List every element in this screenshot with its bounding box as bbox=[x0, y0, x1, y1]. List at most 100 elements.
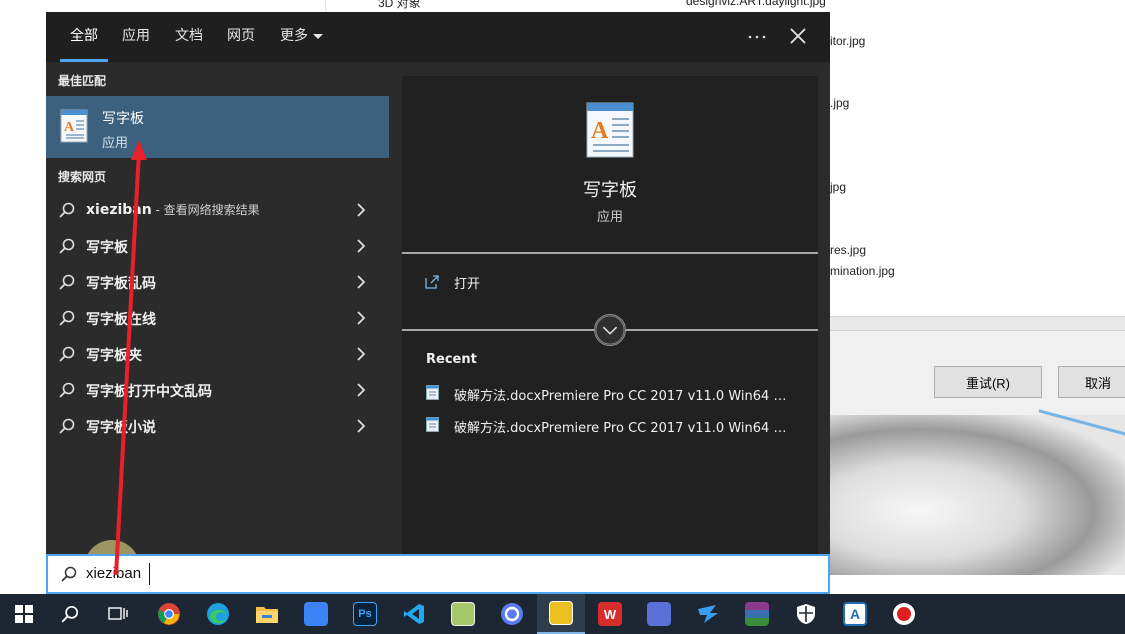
web-result-row[interactable]: 写字板 bbox=[46, 228, 389, 264]
chevron-down-icon bbox=[313, 34, 323, 39]
search-icon bbox=[59, 274, 75, 290]
windows-start-icon[interactable] bbox=[0, 594, 48, 634]
recent-file-item[interactable]: 破解方法.docxPremiere Pro CC 2017 v11.0 Win6… bbox=[426, 416, 806, 438]
explorer-file-name[interactable]: jpg bbox=[830, 180, 846, 194]
recent-file-name: 破解方法.docxPremiere Pro CC 2017 v11.0 Win6… bbox=[454, 421, 794, 436]
explorer-file-name[interactable]: mination.jpg bbox=[830, 264, 895, 278]
best-match-item[interactable]: A 写字板 应用 bbox=[46, 96, 389, 158]
web-result-row[interactable]: 写字板夹 bbox=[46, 336, 389, 372]
web-result-term: 写字板打开中文乱码 bbox=[86, 384, 212, 400]
search-icon bbox=[59, 382, 75, 398]
explorer-scrollbar[interactable] bbox=[830, 316, 1125, 330]
expand-chevron-icon[interactable] bbox=[594, 314, 626, 346]
preview-app-name: 写字板 bbox=[583, 180, 637, 201]
web-result-row[interactable]: xieziban - 查看网络搜索结果 bbox=[46, 192, 389, 228]
search-query: xieziban bbox=[86, 565, 142, 582]
web-result-row[interactable]: 写字板乱码 bbox=[46, 264, 389, 300]
chevron-right-icon bbox=[357, 275, 366, 289]
search-icon bbox=[59, 310, 75, 326]
web-search-header: 搜索网页 bbox=[58, 170, 107, 184]
explorer-file-name[interactable]: 3D 对象 bbox=[378, 0, 421, 11]
divider bbox=[402, 252, 818, 254]
search-icon bbox=[59, 346, 75, 362]
app-icon[interactable] bbox=[635, 594, 683, 634]
open-action[interactable]: 打开 bbox=[424, 272, 624, 296]
task-view-icon[interactable] bbox=[94, 594, 142, 634]
wps-icon[interactable]: W bbox=[586, 594, 634, 634]
open-icon bbox=[425, 275, 439, 289]
preview-app-type: 应用 bbox=[596, 210, 623, 225]
tab-web[interactable]: 网页 bbox=[219, 12, 263, 62]
background-dialog: 重试(R) 取消 bbox=[830, 330, 1125, 415]
web-result-term: 写字板乱码 bbox=[86, 276, 156, 292]
explorer-file-name[interactable]: .jpg bbox=[830, 96, 849, 110]
autocad-icon[interactable]: A bbox=[831, 594, 879, 634]
notepad-icon[interactable] bbox=[439, 594, 487, 634]
open-label: 打开 bbox=[454, 277, 481, 292]
more-options-icon[interactable] bbox=[746, 24, 768, 48]
web-result-suffix: - 查看网络搜索结果 bbox=[151, 203, 260, 217]
shield-icon[interactable] bbox=[782, 594, 830, 634]
svg-text:A: A bbox=[591, 118, 609, 144]
tab-documents[interactable]: 文档 bbox=[167, 12, 211, 62]
search-input[interactable]: xieziban bbox=[46, 554, 830, 594]
record-icon[interactable] bbox=[880, 594, 928, 634]
document-icon bbox=[426, 385, 439, 400]
photoshop-icon[interactable]: Ps bbox=[341, 594, 389, 634]
web-result-term: 写字板在线 bbox=[86, 312, 156, 328]
chevron-right-icon bbox=[357, 239, 366, 253]
web-result-row[interactable]: 写字板打开中文乱码 bbox=[46, 372, 389, 408]
wallpaper-stripe bbox=[1023, 409, 1125, 491]
winrar-icon[interactable] bbox=[733, 594, 781, 634]
retry-button[interactable]: 重试(R) bbox=[934, 366, 1042, 398]
tab-more-label: 更多 bbox=[280, 28, 308, 44]
results-list: 最佳匹配 A 写字板 应用 搜索网页 xieziban - 查看网络搜索结果 写… bbox=[46, 62, 389, 554]
recent-file-name: 破解方法.docxPremiere Pro CC 2017 v11.0 Win6… bbox=[454, 389, 794, 404]
taskbar: Ps W A bbox=[0, 594, 1125, 634]
web-result-row[interactable]: 写字板在线 bbox=[46, 300, 389, 336]
preview-pane: A 写字板 应用 打开 Recent 破解方法.docxPremiere Pro… bbox=[402, 76, 818, 554]
search-icon bbox=[61, 566, 77, 582]
dingtalk-icon[interactable] bbox=[684, 594, 732, 634]
file-explorer-icon[interactable] bbox=[243, 594, 291, 634]
chevron-right-icon bbox=[357, 203, 366, 217]
recent-file-item[interactable]: 破解方法.docxPremiere Pro CC 2017 v11.0 Win6… bbox=[426, 384, 806, 406]
explorer-file-name[interactable]: itor.jpg bbox=[830, 34, 865, 48]
audition-icon[interactable] bbox=[537, 594, 585, 634]
text-caret bbox=[149, 563, 150, 585]
chevron-right-icon bbox=[357, 419, 366, 433]
close-icon[interactable] bbox=[786, 24, 810, 48]
web-result-term: 写字板小说 bbox=[86, 420, 156, 436]
web-result-term: 写字板 bbox=[86, 240, 128, 256]
tab-apps[interactable]: 应用 bbox=[114, 12, 158, 62]
vscode-icon[interactable] bbox=[390, 594, 438, 634]
tab-all[interactable]: 全部 bbox=[60, 12, 108, 62]
chevron-right-icon bbox=[357, 311, 366, 325]
best-match-header: 最佳匹配 bbox=[58, 74, 107, 88]
wordpad-large-icon: A bbox=[586, 102, 634, 158]
svg-text:A: A bbox=[64, 120, 75, 135]
feishu-icon[interactable] bbox=[292, 594, 340, 634]
edge-icon[interactable] bbox=[194, 594, 242, 634]
search-icon[interactable] bbox=[46, 594, 94, 634]
web-result-term: 写字板夹 bbox=[86, 348, 142, 364]
desktop-wallpaper bbox=[830, 409, 1125, 575]
document-icon bbox=[426, 417, 439, 432]
chrome-icon[interactable] bbox=[145, 594, 193, 634]
best-match-type: 应用 bbox=[102, 136, 129, 151]
wordpad-app-icon: A bbox=[60, 109, 88, 143]
tab-more[interactable]: 更多 bbox=[272, 12, 328, 62]
search-icon bbox=[59, 202, 75, 218]
search-icon bbox=[59, 418, 75, 434]
web-result-term: xieziban bbox=[86, 202, 152, 218]
web-result-text: xieziban - 查看网络搜索结果 bbox=[86, 201, 260, 218]
browser-icon[interactable] bbox=[488, 594, 536, 634]
explorer-file-name[interactable]: res.jpg bbox=[830, 243, 866, 257]
chevron-right-icon bbox=[357, 383, 366, 397]
web-result-row[interactable]: 写字板小说 bbox=[46, 408, 389, 444]
best-match-name: 写字板 bbox=[102, 111, 144, 127]
recent-header: Recent bbox=[426, 352, 477, 367]
explorer-file-name[interactable]: designviz.ART.daylight.jpg bbox=[686, 0, 826, 8]
explorer-nav-pane bbox=[325, 0, 630, 12]
cancel-button[interactable]: 取消 bbox=[1058, 366, 1125, 398]
